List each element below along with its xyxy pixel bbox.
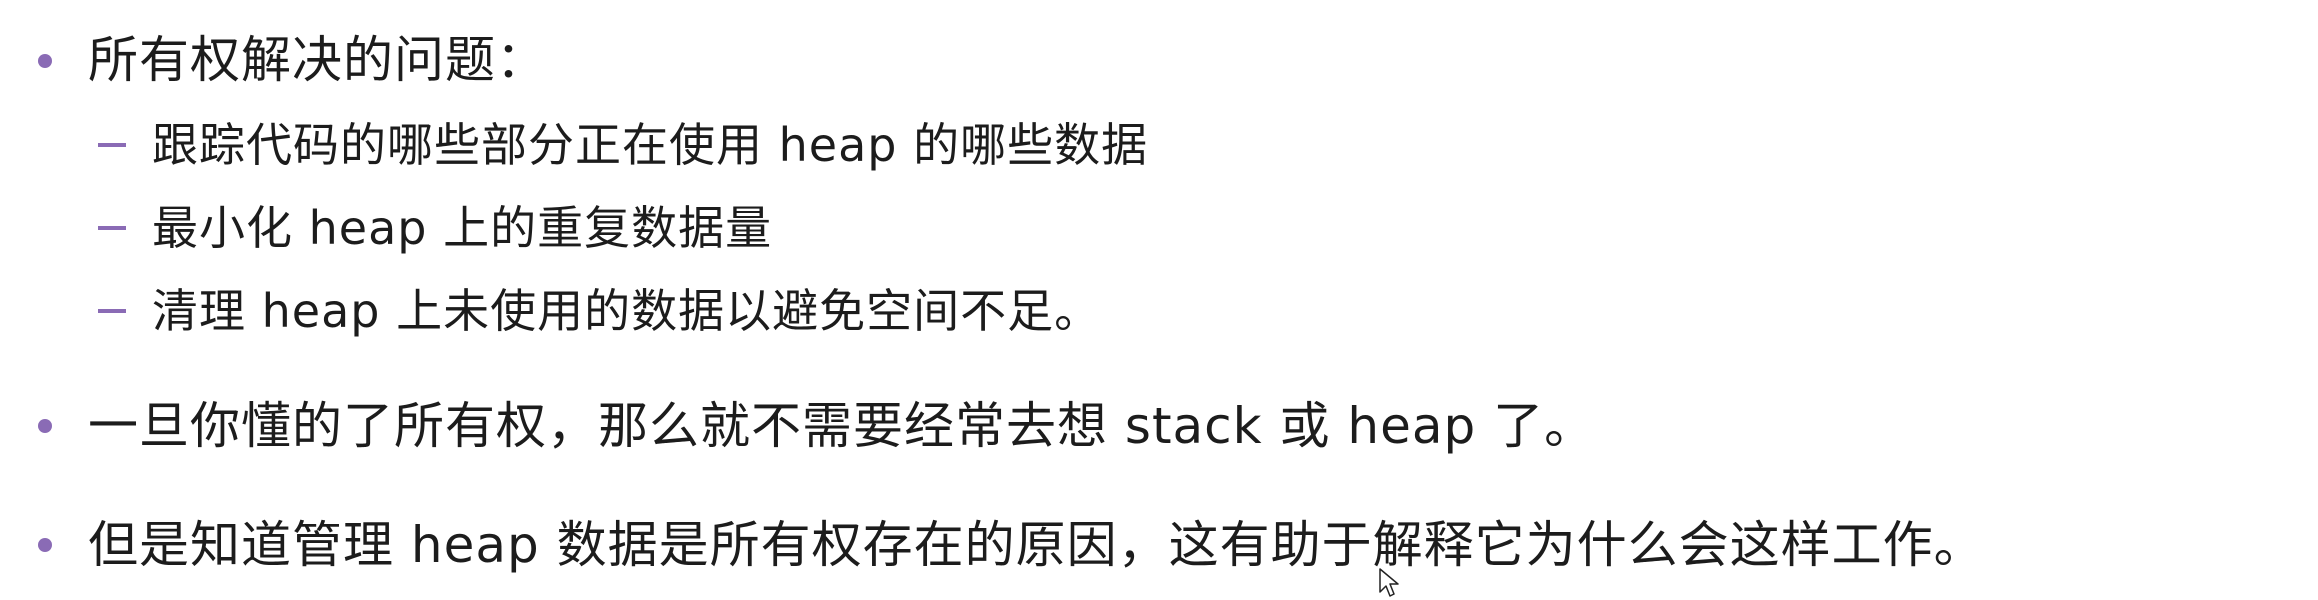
- bullet-marker: [38, 419, 52, 433]
- sub-item-text: 最小化 heap 上的重复数据量: [152, 201, 773, 255]
- sub-bullet-marker: [98, 143, 126, 147]
- mouse-pointer-icon: [1379, 568, 1399, 597]
- bullet-text: 所有权解决的问题：: [88, 31, 547, 89]
- sub-bullet-marker: [98, 226, 126, 230]
- sub-item-text: 清理 heap 上未使用的数据以避免空间不足。: [152, 284, 1102, 338]
- bullet-text: 一旦你懂的了所有权，那么就不需要经常去想 stack 或 heap 了。: [88, 397, 1596, 455]
- bullet-marker: [38, 538, 52, 552]
- slide: 所有权解决的问题： 跟踪代码的哪些部分正在使用 heap 的哪些数据 最小化 h…: [0, 0, 2318, 600]
- sub-bullet-marker: [98, 309, 126, 313]
- sub-item-text: 跟踪代码的哪些部分正在使用 heap 的哪些数据: [152, 118, 1149, 172]
- bullet-marker: [38, 54, 52, 68]
- bullet-text: 但是知道管理 heap 数据是所有权存在的原因，这有助于解释它为什么会这样工作。: [88, 516, 1985, 574]
